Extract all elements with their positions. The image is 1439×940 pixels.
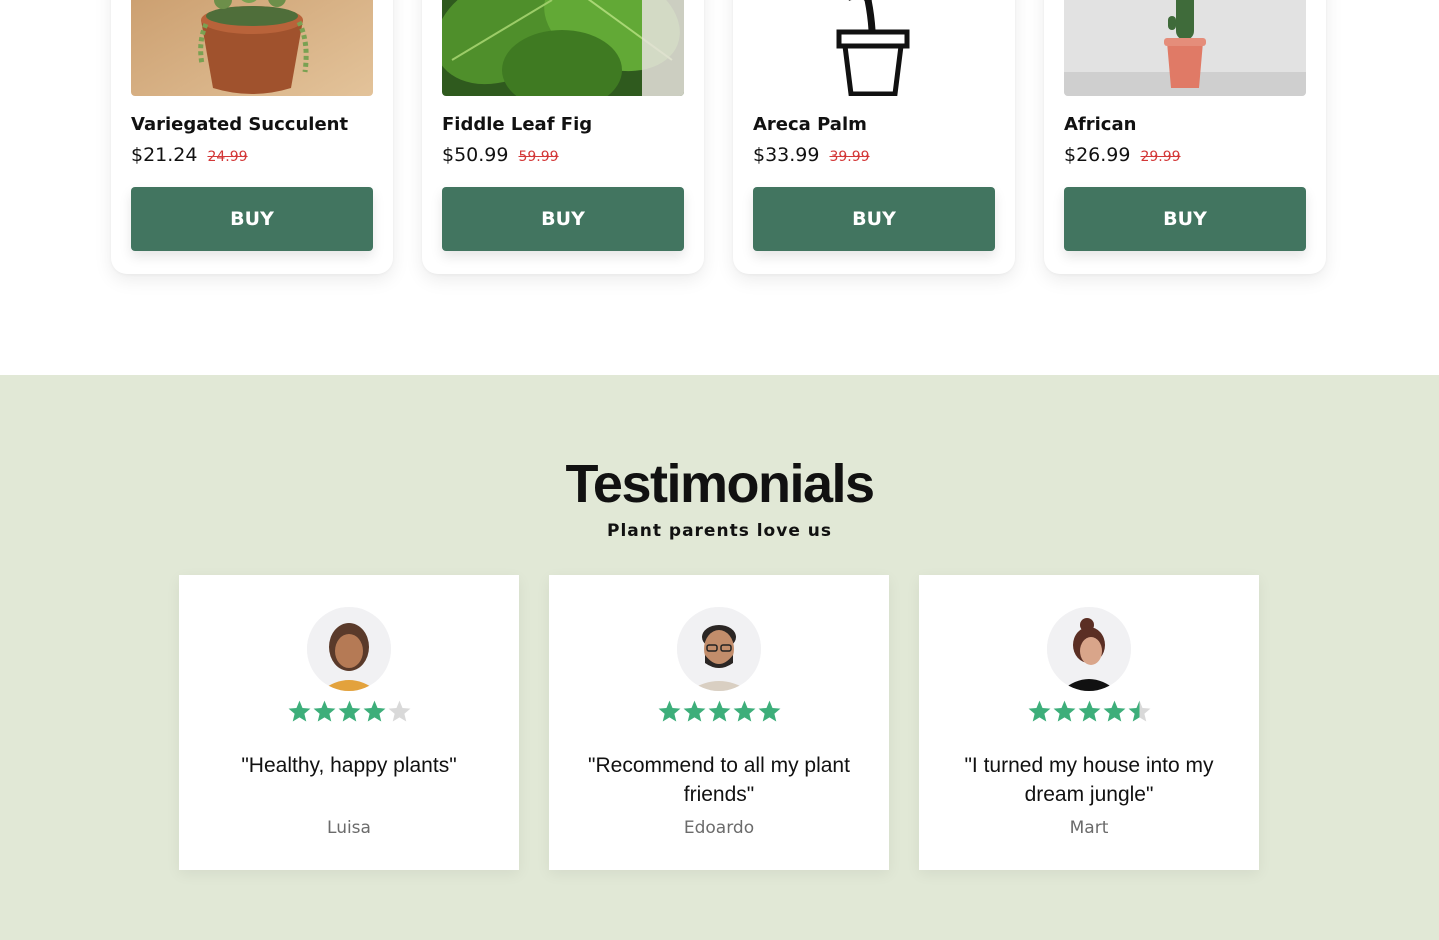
testimonial-quote: "Recommend to all my plant friends": [588, 754, 850, 806]
star-icon: [733, 700, 755, 722]
testimonial-card: "Recommend to all my plant friends" Edoa…: [549, 575, 889, 870]
product-old-price: 29.99: [1140, 149, 1181, 165]
buy-button[interactable]: BUY: [753, 187, 995, 251]
testimonials-section: Testimonials Plant parents love us "Heal…: [0, 375, 1439, 940]
star-icon: [363, 700, 385, 722]
product-card: Fiddle Leaf Fig $50.99 59.99 BUY: [422, 0, 704, 274]
product-old-price: 24.99: [207, 149, 248, 165]
product-old-price: 39.99: [829, 149, 870, 165]
testimonial-card: "Healthy, happy plants" Luisa: [179, 575, 519, 870]
testimonial-author: Luisa: [327, 818, 371, 838]
star-icon: [313, 700, 335, 722]
star-icon: [338, 700, 360, 722]
section-title: Testimonials: [565, 454, 875, 514]
rating-stars: [549, 699, 889, 724]
price-row: $21.24 24.99: [131, 144, 248, 166]
product-card: Variegated Succulent $21.24 24.99 BUY: [111, 0, 393, 274]
product-name: Areca Palm: [753, 114, 867, 135]
star-icon: [1078, 700, 1100, 722]
product-price: $33.99: [753, 144, 820, 166]
avatar: [307, 607, 391, 691]
product-price: $50.99: [442, 144, 509, 166]
price-row: $50.99 59.99: [442, 144, 559, 166]
testimonial-card: "I turned my house into my dream jungle"…: [919, 575, 1259, 870]
product-card: African $26.99 29.99 BUY: [1044, 0, 1326, 274]
testimonial-quote: "I turned my house into my dream jungle": [964, 754, 1214, 806]
avatar: [1047, 607, 1131, 691]
buy-button[interactable]: BUY: [1064, 187, 1306, 251]
product-old-price: 59.99: [518, 149, 559, 165]
product-section: Variegated Succulent $21.24 24.99 BUY Fi…: [0, 0, 1439, 375]
price-row: $33.99 39.99: [753, 144, 870, 166]
star-icon: [1103, 700, 1125, 722]
buy-button[interactable]: BUY: [131, 187, 373, 251]
product-price: $26.99: [1064, 144, 1131, 166]
star-icon: [708, 700, 730, 722]
star-icon: [683, 700, 705, 722]
star-icon: [658, 700, 680, 722]
star-icon: [288, 700, 310, 722]
avatar: [677, 607, 761, 691]
rating-stars: [179, 699, 519, 724]
testimonial-author: Mart: [1069, 818, 1109, 838]
testimonial-quote: "Healthy, happy plants": [241, 754, 457, 777]
star-icon: [758, 700, 780, 722]
plant-pot-icon[interactable]: [753, 0, 995, 96]
product-card: Areca Palm $33.99 39.99 BUY: [733, 0, 1015, 274]
testimonial-author: Edoardo: [683, 818, 755, 838]
price-row: $26.99 29.99: [1064, 144, 1181, 166]
product-image-succulent[interactable]: [131, 0, 373, 96]
buy-button[interactable]: BUY: [442, 187, 684, 251]
product-name: Fiddle Leaf Fig: [442, 114, 593, 135]
product-price: $21.24: [131, 144, 198, 166]
product-image-cactus[interactable]: [1064, 0, 1306, 96]
product-image-fiddle-leaf-fig[interactable]: [442, 0, 684, 96]
star-icon: [1128, 700, 1150, 722]
star-icon: [1053, 700, 1075, 722]
product-name: Variegated Succulent: [131, 114, 349, 135]
section-subtitle: Plant parents love us: [607, 521, 832, 541]
rating-stars: [919, 699, 1259, 724]
product-name: African: [1064, 114, 1137, 135]
star-icon: [1028, 700, 1050, 722]
star-icon: [388, 700, 410, 722]
